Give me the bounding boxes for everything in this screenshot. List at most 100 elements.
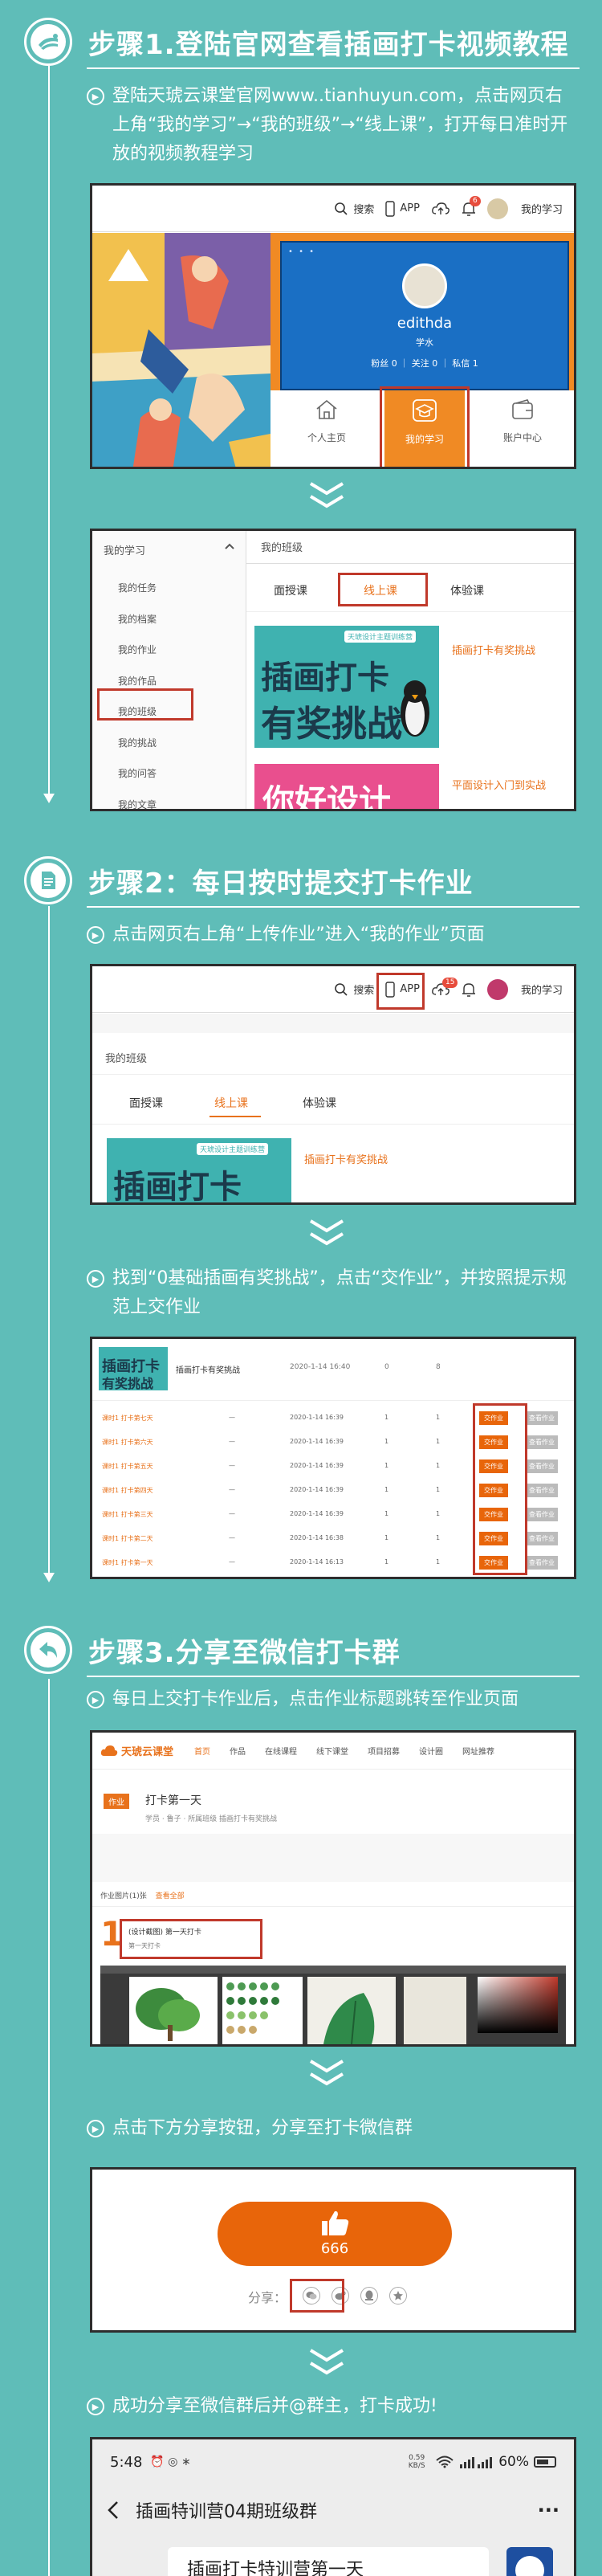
phone-icon bbox=[385, 200, 396, 217]
row-date: 2020-1-14 16:39 bbox=[290, 1438, 344, 1445]
row-count-b: 1 bbox=[436, 1438, 441, 1445]
play-icon: ▶ bbox=[87, 1270, 104, 1288]
search-link[interactable]: 搜索 bbox=[334, 982, 374, 997]
profile-card: • • • edithda 学水 粉丝 0 ｜ 关注 0 ｜ 私信 1 bbox=[270, 233, 574, 390]
nav-online[interactable]: 在线课程 bbox=[265, 1745, 297, 1757]
homework-title-link[interactable]: 课时1 打卡第二天 bbox=[102, 1534, 153, 1543]
play-icon: ▶ bbox=[87, 2120, 104, 2137]
homework-title-link[interactable]: 课时1 打卡第五天 bbox=[102, 1462, 153, 1471]
step1-title: 步骤1.登陆官网查看插画打卡视频教程 bbox=[88, 28, 569, 61]
sidebar-item-questions[interactable]: 我的问答 bbox=[118, 758, 157, 790]
screenshot-wechat-group: 5:48 ⏰ ◎ ∗ 0.59 KB/S 60% 插画特训营04期班级群 ···… bbox=[90, 2437, 576, 2576]
course-thumb-design[interactable]: 你好设计 bbox=[254, 764, 439, 809]
screenshot-upload: 搜索 APP 15 我的学习 我的班级 面授课 线上课 体验课 天琥设计主题训练… bbox=[90, 964, 576, 1205]
step3-instruction-1: ▶ 每日上交打卡作业后，点击作业标题跳转至作业页面 bbox=[87, 1685, 578, 1714]
profile-username: edithda bbox=[397, 315, 453, 332]
play-icon: ▶ bbox=[87, 926, 104, 944]
sender-avatar bbox=[506, 2547, 553, 2576]
back-arrow-icon[interactable] bbox=[107, 2500, 120, 2520]
course-title-design[interactable]: 平面设计入门到实战 bbox=[452, 777, 546, 792]
notification-bell[interactable]: 6 bbox=[462, 195, 481, 217]
view-homework-button[interactable]: 查看作业 bbox=[526, 1556, 558, 1570]
nav-circle[interactable]: 设计圈 bbox=[419, 1745, 443, 1757]
tab-trial[interactable]: 体验课 bbox=[450, 582, 484, 598]
my-learning-link[interactable]: 我的学习 bbox=[486, 198, 563, 219]
row-dash: — bbox=[229, 1414, 235, 1421]
notification-bell[interactable] bbox=[462, 982, 476, 998]
tab-offline[interactable]: 面授课 bbox=[129, 1095, 163, 1111]
sidebar-item-tasks[interactable]: 我的任务 bbox=[118, 573, 157, 604]
row-count-b: 1 bbox=[436, 1534, 441, 1541]
class-title: 我的班级 bbox=[105, 1053, 148, 1065]
sidebar-item-homework[interactable]: 我的作业 bbox=[118, 635, 157, 666]
highlight-wechat-share bbox=[290, 2279, 344, 2313]
view-all-link[interactable]: 查看全部 bbox=[156, 1892, 185, 1900]
homework-title-link[interactable]: 课时1 打卡第一天 bbox=[102, 1558, 153, 1567]
like-button[interactable]: 666 bbox=[218, 2202, 452, 2266]
nav-links[interactable]: 网址推荐 bbox=[462, 1745, 494, 1757]
double-chevron-down-icon bbox=[309, 1219, 344, 1246]
penguin-icon bbox=[401, 680, 429, 737]
homework-title-link[interactable]: 课时1 打卡第四天 bbox=[102, 1486, 153, 1495]
homework-item-link[interactable]: (设计截图) 第一天打卡 第一天打卡 bbox=[120, 1919, 262, 1959]
row-date: 2020-1-14 16:39 bbox=[290, 1486, 344, 1493]
view-homework-button[interactable]: 查看作业 bbox=[526, 1484, 558, 1497]
chat-title: 插画特训营04期班级群 bbox=[136, 2502, 317, 2522]
row-count-b: 1 bbox=[436, 1486, 441, 1493]
app-link[interactable]: APP bbox=[385, 200, 420, 217]
step3-title: 步骤3.分享至微信打卡群 bbox=[88, 1636, 401, 1669]
upload-button[interactable] bbox=[431, 202, 450, 216]
chat-more-button[interactable]: ··· bbox=[538, 2499, 559, 2521]
sidebar-item-challenges[interactable]: 我的挑战 bbox=[118, 728, 157, 759]
row-date: 2020-1-14 16:39 bbox=[290, 1414, 344, 1421]
chat-message-card[interactable]: 插画打卡特训营第一天 bbox=[168, 2547, 489, 2576]
homework-title-link[interactable]: 课时1 打卡第七天 bbox=[102, 1414, 153, 1423]
homework-meta: 学员 · 鲁子 · 所属班级 插画打卡有奖挑战 bbox=[145, 1815, 278, 1823]
tab-trial[interactable]: 体验课 bbox=[303, 1095, 336, 1111]
tab-profile-home[interactable]: 个人主页 bbox=[287, 398, 367, 444]
tab-account-center[interactable]: 账户中心 bbox=[482, 398, 563, 444]
row-date: 2020-1-14 16:38 bbox=[290, 1534, 344, 1541]
site-logo[interactable]: 天琥云课堂 bbox=[100, 1743, 173, 1758]
share-qq-button[interactable] bbox=[360, 2287, 378, 2305]
highlight-submit-buttons bbox=[473, 1403, 527, 1575]
sidebar-item-articles[interactable]: 我的文章 bbox=[118, 790, 157, 810]
thumbs-up-icon bbox=[322, 2211, 349, 2235]
view-homework-button[interactable]: 查看作业 bbox=[526, 1411, 558, 1425]
course-thumb-illustration[interactable]: 天琥设计主题训练营 插画打卡 bbox=[107, 1138, 291, 1202]
course-title-illustration[interactable]: 插画打卡有奖挑战 bbox=[452, 642, 535, 657]
home-icon bbox=[316, 399, 337, 419]
view-homework-button[interactable]: 查看作业 bbox=[526, 1435, 558, 1449]
nav-projects[interactable]: 项目招募 bbox=[368, 1745, 400, 1757]
sidebar-item-archive[interactable]: 我的档案 bbox=[118, 604, 157, 635]
course-title-illustration[interactable]: 插画打卡有奖挑战 bbox=[304, 1151, 388, 1166]
row-count-a: 1 bbox=[384, 1462, 389, 1469]
image-count: 作业图片(1)张 查看全部 bbox=[100, 1892, 185, 1900]
my-learning-link[interactable]: 我的学习 bbox=[486, 978, 563, 1000]
course-thumb-illustration[interactable]: 天琥设计主题训练营 插画打卡 有奖挑战 bbox=[254, 626, 439, 748]
homework-title-link[interactable]: 课时1 打卡第六天 bbox=[102, 1438, 153, 1447]
avatar bbox=[486, 978, 508, 1000]
nav-offline[interactable]: 线下课堂 bbox=[316, 1745, 348, 1757]
nav-home[interactable]: 首页 bbox=[194, 1745, 210, 1757]
search-link[interactable]: 搜索 bbox=[334, 201, 374, 216]
view-homework-button[interactable]: 查看作业 bbox=[526, 1459, 558, 1473]
tab-offline[interactable]: 面授课 bbox=[274, 582, 307, 598]
status-icons: ⏰ ◎ ∗ bbox=[150, 2456, 191, 2468]
play-icon: ▶ bbox=[87, 1691, 104, 1708]
tab-online[interactable]: 线上课 bbox=[214, 1095, 248, 1111]
view-homework-button[interactable]: 查看作业 bbox=[526, 1508, 558, 1521]
row-count-a: 1 bbox=[384, 1438, 389, 1445]
view-homework-button[interactable]: 查看作业 bbox=[526, 1532, 558, 1545]
course-thumb-small: 插画打卡 有奖挑战 bbox=[99, 1347, 168, 1391]
screenshot-profile: 搜索 APP 6 我的学习 • • • edithda 学水 粉丝 0 ｜ 关注… bbox=[90, 183, 576, 469]
search-icon bbox=[335, 982, 348, 996]
nav-works[interactable]: 作品 bbox=[230, 1745, 246, 1757]
row-count-b: 1 bbox=[436, 1414, 441, 1421]
homework-tag: 作业 bbox=[104, 1794, 129, 1809]
row-count-a: 1 bbox=[384, 1558, 389, 1566]
share-qzone-button[interactable] bbox=[389, 2287, 407, 2305]
upload-homework-button[interactable]: 15 bbox=[431, 977, 458, 997]
homework-title-link[interactable]: 课时1 打卡第三天 bbox=[102, 1510, 153, 1519]
share-arrow-icon bbox=[39, 1642, 57, 1658]
